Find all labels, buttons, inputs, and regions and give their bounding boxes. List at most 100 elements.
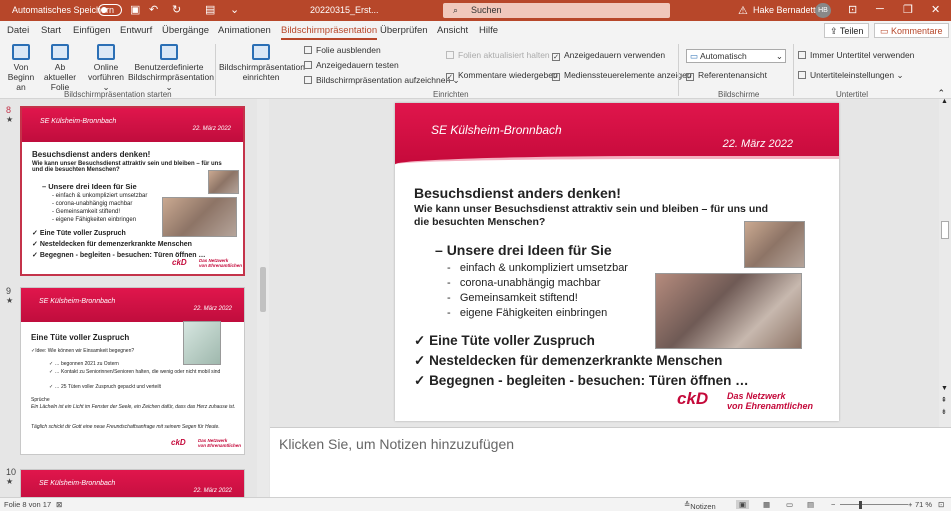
editor-scrollbar[interactable]: ▲ ▼ ⇞ ⇟: [939, 98, 951, 427]
slideshow-start-icon: [12, 44, 30, 60]
tab-datei[interactable]: Datei: [7, 25, 29, 36]
custom-slideshow-button[interactable]: Benutzerdefinierte Bildschirmpräsentation…: [128, 44, 214, 92]
thumb-logo-tagline: Das Netzwerk von Ehrenamtlichen: [199, 258, 242, 268]
keep-updated-label: Folien aktualisiert halten: [458, 50, 550, 60]
more-commands-icon[interactable]: ⌄: [230, 3, 239, 16]
slide-subtitle: Wie kann unser Besuchsdienst attraktiv s…: [414, 203, 769, 228]
slide-thumbnail-8[interactable]: SE Külsheim-Bronnbach 22. März 2022 Besuc…: [20, 106, 245, 276]
check-2: ✓ Nesteldecken für demenzerkrankte Mensc…: [414, 353, 723, 368]
zoom-out-icon[interactable]: −: [831, 500, 835, 509]
current-slide[interactable]: SE Külsheim-Bronnbach 22. März 2022 Besu…: [395, 103, 839, 421]
user-name[interactable]: Hake Bernadette: [753, 5, 821, 15]
always-subtitles-checkbox[interactable]: Immer Untertitel verwenden: [798, 50, 914, 60]
media-controls-checkbox[interactable]: ✓ Medienssteuerelemente anzeigen: [552, 70, 692, 81]
from-beginning-label2: Beginn an: [7, 72, 35, 92]
minimize-icon[interactable]: ─: [876, 3, 884, 15]
tab-ueberpruefen[interactable]: Überprüfen: [380, 25, 428, 36]
tagline-2: von Ehrenamtlichen: [727, 401, 814, 411]
thumb-idea-4: - eigene Fähigkeiten einbringen: [52, 217, 137, 223]
thumbnail-scrollbar[interactable]: [257, 99, 269, 497]
slide-thumbnail-10[interactable]: SE Külsheim-Bronnbach 22. März 2022: [20, 469, 245, 497]
keep-updated-checkbox[interactable]: Folien aktualisiert halten: [446, 50, 550, 60]
thumb-photo-hands: [208, 170, 239, 194]
record-slideshow-button[interactable]: Bildschirmpräsentation aufzeichnen ⌄: [304, 75, 460, 86]
tab-start[interactable]: Start: [41, 25, 61, 36]
tab-hilfe[interactable]: Hilfe: [479, 25, 498, 36]
play-comments-label: Kommentare wiedergeben: [458, 70, 558, 80]
file-name[interactable]: 20220315_Erst...: [310, 5, 379, 15]
slide-thumbnail-9[interactable]: SE Külsheim-Bronnbach 22. März 2022 Eine …: [20, 287, 245, 455]
warning-icon[interactable]: ⚠: [738, 4, 748, 17]
next-slide-icon[interactable]: ⇟: [941, 408, 947, 416]
restore-icon[interactable]: ❐: [903, 3, 913, 16]
tab-uebergaenge[interactable]: Übergänge: [162, 25, 209, 36]
monitor-icon: ▭: [690, 51, 700, 61]
photo-hands[interactable]: [744, 221, 805, 268]
slideshow-view-icon[interactable]: ▤: [807, 500, 814, 509]
scroll-thumb[interactable]: [941, 221, 949, 239]
ideas-heading: – Unsere drei Ideen für Sie: [435, 242, 612, 258]
play-comments-checkbox[interactable]: ✓ Kommentare wiedergeben: [446, 70, 558, 81]
idea-3-text: Gemeinsamkeit stiftend!: [459, 292, 578, 304]
slide-thumbnails-pane: 8 ★ SE Külsheim-Bronnbach 22. März 2022 B…: [0, 99, 269, 497]
from-beginning-button[interactable]: Von Beginn an: [3, 44, 39, 92]
presenter-view-checkbox[interactable]: ✓ Referentenansicht: [686, 70, 767, 81]
setup-slideshow-button[interactable]: Bildschirmpräsentation einrichten: [219, 44, 305, 82]
previous-slide-icon[interactable]: ⇞: [941, 396, 947, 404]
redo-icon[interactable]: ↻: [172, 3, 181, 16]
autosave-toggle[interactable]: [98, 4, 122, 16]
scroll-thumb[interactable]: [260, 267, 266, 312]
zoom-level[interactable]: 71 %: [915, 500, 932, 509]
rehearse-timings-button[interactable]: Anzeigedauern testen: [304, 60, 399, 70]
subtitle-settings-button[interactable]: Untertiteleinstellungen ⌄: [798, 70, 904, 81]
slide-header-text: SE Külsheim-Bronnbach: [39, 298, 116, 305]
close-icon[interactable]: ✕: [931, 3, 940, 16]
from-current-button[interactable]: Ab aktueller Folie: [38, 44, 82, 92]
thumb9-title: Eine Tüte voller Zuspruch: [31, 333, 130, 342]
monitor-select[interactable]: ▭ Automatisch ⌄: [686, 49, 786, 63]
rehearse-icon: [304, 61, 312, 69]
ribbon-options-icon[interactable]: ⊡: [848, 3, 857, 16]
keep-updated-box: [446, 51, 454, 59]
scroll-down-icon[interactable]: ▼: [941, 385, 948, 392]
accessibility-icon[interactable]: ⊠: [56, 500, 62, 509]
thumb-ideas-text: Unsere drei Ideen für Sie: [48, 182, 137, 191]
thumb-tag2: von Ehrenamtlichen: [199, 263, 243, 268]
tab-ansicht[interactable]: Ansicht: [437, 25, 468, 36]
notes-toggle[interactable]: ≙ Notizen: [684, 500, 716, 511]
tab-animationen[interactable]: Animationen: [218, 25, 271, 36]
presenter-view-box: ✓: [686, 73, 694, 81]
fit-slide-icon[interactable]: ⊡: [938, 500, 944, 509]
sorter-view-icon[interactable]: ▦: [763, 500, 770, 509]
zoom-slider-handle[interactable]: [859, 501, 862, 509]
zoom-slider[interactable]: [840, 504, 908, 505]
thumb-subtitle: Wie kann unser Besuchsdienst attraktiv s…: [32, 161, 222, 173]
tab-einfuegen[interactable]: Einfügen: [73, 25, 111, 36]
present-online-button[interactable]: Online vorführen ⌄: [84, 44, 128, 92]
scroll-up-icon[interactable]: ▲: [941, 98, 948, 105]
tab-bildschirmpraesentation[interactable]: Bildschirmpräsentation: [281, 25, 378, 40]
present-icon[interactable]: ▤: [205, 3, 215, 16]
notes-pane[interactable]: Klicken Sie, um Notizen hinzuzufügen: [270, 427, 951, 497]
thumb-title: Besuchsdienst anders denken!: [32, 150, 151, 159]
photo-seniors[interactable]: [655, 273, 802, 349]
slide-number: 8: [6, 105, 12, 115]
hide-slide-button[interactable]: Folie ausblenden: [304, 45, 381, 55]
use-timings-checkbox[interactable]: ✓ Anzeigedauern verwenden: [552, 50, 665, 61]
undo-icon[interactable]: ↶: [149, 3, 158, 16]
tab-entwurf[interactable]: Entwurf: [120, 25, 152, 36]
search-placeholder: Suchen: [471, 5, 502, 15]
star-icon: ★: [6, 477, 14, 486]
comments-button[interactable]: ▭ Kommentare: [874, 23, 949, 38]
thumb9-logo: ckD: [171, 438, 186, 447]
normal-view-icon[interactable]: ▣: [736, 500, 750, 509]
media-controls-box: ✓: [552, 73, 560, 81]
save-icon[interactable]: ▣: [130, 3, 140, 16]
share-button[interactable]: ⇪ Teilen: [824, 23, 870, 38]
search-box[interactable]: ⌕ Suchen: [443, 3, 670, 18]
thumb-logo: ckD: [172, 258, 187, 267]
avatar[interactable]: HB: [815, 3, 831, 18]
zoom-in-icon[interactable]: +: [908, 500, 912, 509]
thumb9-line2: ✓ … Kontakt zu Seniorinnen/Senioren halt…: [49, 369, 221, 375]
reading-view-icon[interactable]: ▭: [786, 500, 793, 509]
